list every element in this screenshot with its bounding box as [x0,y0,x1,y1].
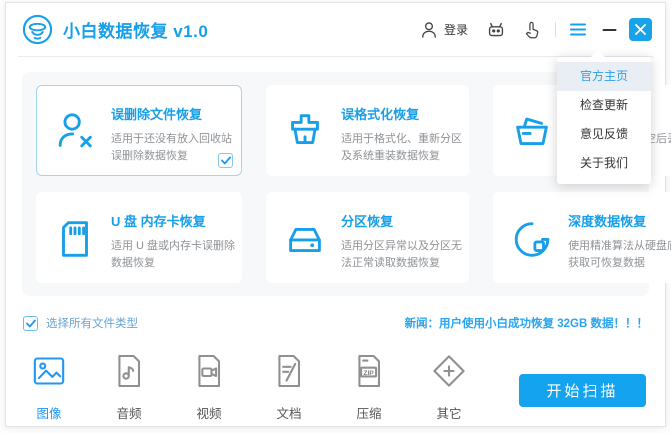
document-icon [278,354,301,388]
minimize-button[interactable] [602,22,617,38]
card-deep-recovery[interactable]: 深度数据恢复 使用精准算法从硬盘底层 获取可恢复数据 [493,192,671,283]
hamburger-icon [570,23,586,36]
app-title: 小白数据恢复 v1.0 [63,22,209,41]
recycle-bin-icon [509,99,555,165]
card-desc-line: 获取可恢复数据 [568,257,646,269]
card-desc-line: 适用分区异常以及分区无 [341,240,463,252]
menu-item-about-us[interactable]: 关于我们 [557,149,651,178]
titlebar-separator [555,22,556,37]
card-desc-line: 使用精准算法从硬盘底层 [568,240,671,252]
card-desc-line: 适用于还没有放入回收站 [111,133,232,145]
card-desc-line: 适用于格式化、重新分区 [341,133,463,145]
card-usb-sd-recovery[interactable]: U 盘 内存卡恢复 适用 U 盘或内存卡误删除 数据恢复 [36,192,243,283]
card-checkbox-checked[interactable] [218,153,234,168]
filetype-label: 其它 [436,407,462,421]
card-deleted-file-recovery[interactable]: 误删除文件恢复 适用于还没有放入回收站 误删除数据恢复 [36,85,243,176]
filetype-other[interactable]: 其它 [422,351,476,422]
filetype-document[interactable]: 文档 [262,351,316,422]
card-title: 误删除文件恢复 [111,107,203,122]
start-scan-button[interactable]: 开始扫描 [519,374,646,407]
touch-hand-icon [525,21,539,38]
app-logo-icon [22,14,53,45]
menu-dropdown: 官方主页 检查更新 意见反馈 关于我们 [557,50,651,184]
zip-icon: ZIP [358,354,381,388]
filetype-image[interactable]: 图像 [22,351,76,422]
zip-icon-text: ZIP [363,370,374,377]
deep-scan-icon [509,206,555,272]
image-icon [33,357,65,385]
filetype-label: 压缩 [356,407,382,421]
card-title: 深度数据恢复 [568,214,647,229]
filetype-label: 图像 [36,407,62,421]
video-icon [198,354,221,388]
card-desc-line: 误删除数据恢复 [111,150,188,162]
robot-button[interactable] [485,19,507,41]
card-partition-recovery[interactable]: 分区恢复 适用分区异常以及分区无 法正常读取数据恢复 [266,192,470,283]
options-row: 选择所有文件类型 新闻：用户使用小白成功恢复 32GB 数据！！！ [23,315,648,331]
card-desc-line: 数据恢复 [111,257,155,269]
select-all-label: 选择所有文件类型 [46,318,138,330]
filetype-archive[interactable]: ZIP 压缩 [342,351,396,422]
robot-icon [488,22,504,36]
hard-drive-icon [282,206,328,272]
login-label: 登录 [443,23,468,37]
select-all-checkbox[interactable]: 选择所有文件类型 [23,315,138,331]
other-plus-icon [433,355,465,387]
menu-item-feedback[interactable]: 意见反馈 [557,120,651,149]
sd-card-icon [52,206,98,272]
touch-button[interactable] [522,20,542,40]
close-icon [635,24,646,35]
user-delete-icon [52,99,98,165]
user-icon [422,21,436,38]
close-button[interactable] [629,18,652,41]
checkbox-checked-icon [23,315,38,331]
filetype-video[interactable]: 视频 [182,351,236,422]
menu-button[interactable] [569,22,587,37]
app-window: 小白数据恢复 v1.0 登录 误删除文件恢复 适用于还没有放入回收站 误删除数据… [5,2,671,427]
card-desc-line: 适用 U 盘或内存卡误删除 [111,240,236,252]
login-button[interactable]: 登录 [419,20,468,40]
minimize-icon [602,28,617,31]
card-title: 误格式化恢复 [341,107,420,122]
card-title: U 盘 内存卡恢复 [111,214,206,229]
card-desc-line: 及系统重装数据恢复 [341,150,441,162]
card-title: 分区恢复 [341,214,394,229]
filetype-label: 音频 [116,407,142,421]
audio-icon [118,354,141,388]
menu-item-check-updates[interactable]: 检查更新 [557,91,651,120]
filetype-audio[interactable]: 音频 [102,351,156,422]
titlebar-actions: 登录 [419,18,652,41]
card-format-recovery[interactable]: 误格式化恢复 适用于格式化、重新分区 及系统重装数据恢复 [266,85,470,176]
filetype-label: 文档 [276,407,302,421]
format-icon [282,99,328,165]
filetype-label: 视频 [196,407,222,421]
news-ticker: 新闻：用户使用小白成功恢复 32GB 数据！！！ [404,318,648,330]
card-desc-line: 法正常读取数据恢复 [341,257,441,269]
brand: 小白数据恢复 v1.0 [22,14,208,45]
menu-item-official-homepage[interactable]: 官方主页 [557,62,651,91]
titlebar: 小白数据恢复 v1.0 登录 [6,3,665,56]
recovery-modes-panel: 误删除文件恢复 适用于还没有放入回收站 误删除数据恢复 误格式化恢复 适用于格式… [22,72,671,296]
